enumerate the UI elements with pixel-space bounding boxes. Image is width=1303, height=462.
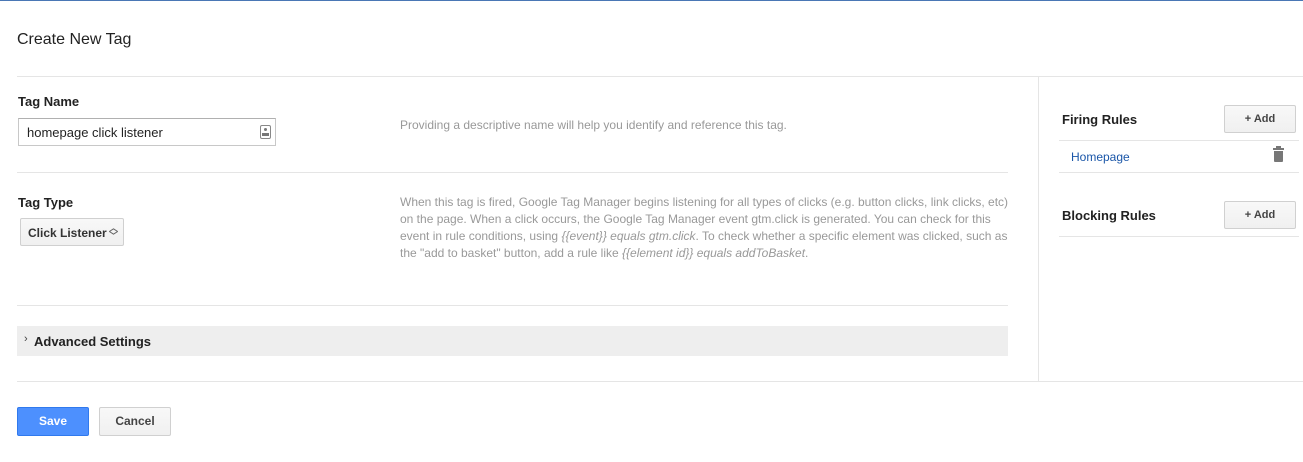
contact-card-icon[interactable] (260, 125, 271, 139)
tag-name-input[interactable] (19, 119, 244, 145)
divider-bottom (17, 381, 1303, 382)
trash-icon[interactable] (1273, 146, 1284, 162)
page-title: Create New Tag (17, 31, 132, 48)
save-button[interactable]: Save (17, 407, 89, 436)
tag-type-help: When this tag is fired, Google Tag Manag… (400, 194, 1012, 262)
blocking-rules-label: Blocking Rules (1062, 208, 1156, 223)
tag-type-help-text-3: . (805, 246, 809, 260)
cancel-button[interactable]: Cancel (99, 407, 171, 436)
divider-blocking-header (1059, 236, 1299, 237)
divider-tag-type (17, 305, 1008, 306)
divider-tag-name (17, 172, 1008, 173)
tag-type-label: Tag Type (18, 195, 74, 210)
add-firing-rule-button[interactable]: + Add (1224, 105, 1296, 133)
divider-vertical (1038, 77, 1039, 381)
chevron-right-icon: › (24, 333, 28, 345)
advanced-settings-label: Advanced Settings (34, 334, 152, 349)
divider-top (17, 76, 1303, 77)
divider-firing-items (1059, 172, 1299, 173)
tag-name-help: Providing a descriptive name will help y… (400, 118, 787, 132)
tag-type-help-code-1: {{event}} equals gtm.click (561, 229, 696, 243)
top-border (0, 0, 1303, 1)
firing-rule-homepage-link[interactable]: Homepage (1071, 150, 1130, 164)
advanced-settings-toggle[interactable]: › Advanced Settings (17, 326, 1008, 356)
divider-firing-header (1059, 140, 1299, 141)
firing-rules-label: Firing Rules (1062, 112, 1138, 127)
chevron-updown-icon: ︿ ﹀ (108, 223, 118, 241)
tag-name-field[interactable] (18, 118, 276, 146)
add-blocking-rule-button[interactable]: + Add (1224, 201, 1296, 229)
tag-type-select[interactable]: Click Listener ︿ ﹀ (20, 218, 124, 246)
tag-name-label: Tag Name (18, 94, 80, 109)
tag-type-selected: Click Listener (28, 226, 107, 240)
tag-type-help-code-2: {{element id}} equals addToBasket (622, 246, 806, 260)
